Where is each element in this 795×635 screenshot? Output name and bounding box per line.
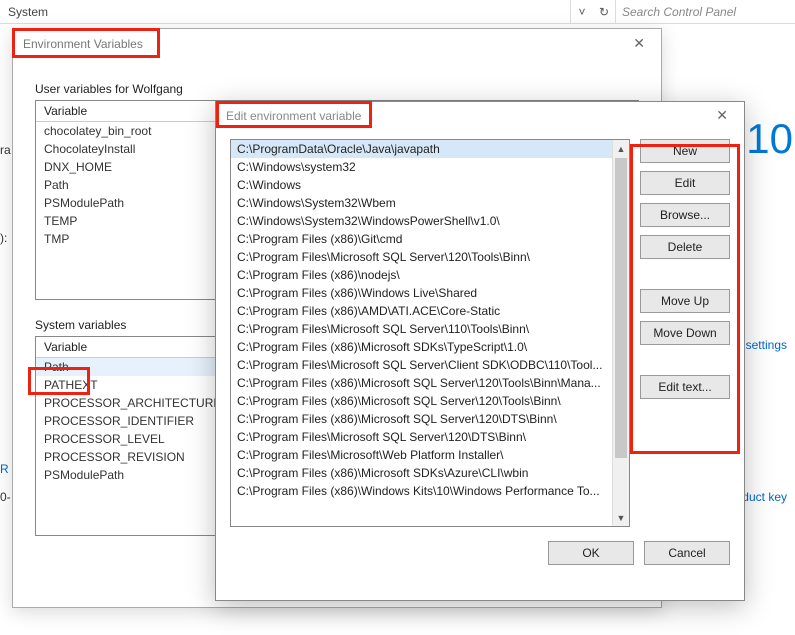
scrollbar-thumb[interactable] (615, 158, 627, 458)
path-row[interactable]: C:\Program Files\Microsoft SQL Server\Cl… (231, 356, 612, 374)
edit-dialog-titlebar: Edit environment variable ✕ (216, 102, 744, 129)
path-row[interactable]: C:\Program Files\Microsoft SQL Server\12… (231, 248, 612, 266)
search-input[interactable]: Search Control Panel (615, 0, 795, 24)
delete-button[interactable]: Delete (640, 235, 730, 259)
user-vars-label: User variables for Wolfgang (35, 82, 661, 96)
edit-text-button[interactable]: Edit text... (640, 375, 730, 399)
path-row[interactable]: C:\Program Files\Microsoft SQL Server\12… (231, 428, 612, 446)
edit-dialog-title: Edit environment variable (226, 109, 710, 123)
path-row[interactable]: C:\Windows\System32\Wbem (231, 194, 612, 212)
path-list[interactable]: C:\ProgramData\Oracle\Java\javapathC:\Wi… (230, 139, 630, 527)
refresh-icon[interactable]: ↻ (593, 1, 615, 23)
close-icon[interactable]: ✕ (710, 107, 734, 124)
move-down-button[interactable]: Move Down (640, 321, 730, 345)
path-row[interactable]: C:\Program Files (x86)\Microsoft SQL Ser… (231, 410, 612, 428)
env-dialog-title: Environment Variables (23, 37, 627, 51)
edit-env-variable-dialog: Edit environment variable ✕ C:\ProgramDa… (215, 101, 745, 601)
scroll-down-icon[interactable]: ▼ (613, 509, 629, 526)
address-bar: System ˅ ↻ Search Control Panel (0, 0, 795, 24)
side-button-column: New Edit Browse... Delete Move Up Move D… (640, 139, 730, 527)
path-row[interactable]: C:\Windows (231, 176, 612, 194)
edit-button[interactable]: Edit (640, 171, 730, 195)
close-icon[interactable]: ✕ (627, 35, 651, 52)
scrollbar[interactable]: ▲ ▼ (612, 140, 629, 526)
path-row[interactable]: C:\Program Files\Microsoft SQL Server\11… (231, 320, 612, 338)
path-row[interactable]: C:\Program Files (x86)\Microsoft SQL Ser… (231, 392, 612, 410)
bg-text-0: 0- (0, 490, 11, 504)
bg-link-r[interactable]: R (0, 462, 9, 476)
path-row[interactable]: C:\Program Files (x86)\Microsoft SDKs\Az… (231, 464, 612, 482)
path-row[interactable]: C:\Windows\system32 (231, 158, 612, 176)
path-row[interactable]: C:\Windows\System32\WindowsPowerShell\v1… (231, 212, 612, 230)
address-dropdown-icon[interactable]: ˅ (571, 1, 593, 23)
path-row[interactable]: C:\ProgramData\Oracle\Java\javapath (231, 140, 612, 158)
address-text[interactable]: System (0, 0, 571, 24)
move-up-button[interactable]: Move Up (640, 289, 730, 313)
path-row[interactable]: C:\Program Files\Microsoft\Web Platform … (231, 446, 612, 464)
path-row[interactable]: C:\Program Files (x86)\nodejs\ (231, 266, 612, 284)
path-row[interactable]: C:\Program Files (x86)\Microsoft SQL Ser… (231, 374, 612, 392)
path-row[interactable]: C:\Program Files (x86)\AMD\ATI.ACE\Core-… (231, 302, 612, 320)
path-row[interactable]: C:\Program Files (x86)\Git\cmd (231, 230, 612, 248)
cancel-button[interactable]: Cancel (644, 541, 730, 565)
path-row[interactable]: C:\Program Files (x86)\Windows Live\Shar… (231, 284, 612, 302)
env-dialog-titlebar: Environment Variables ✕ (13, 29, 661, 58)
ok-button[interactable]: OK (548, 541, 634, 565)
bg-text: ): (0, 231, 7, 245)
dialog-footer: OK Cancel (216, 533, 744, 577)
browse-button[interactable]: Browse... (640, 203, 730, 227)
bg-text: ra (0, 143, 11, 157)
path-row[interactable]: C:\Program Files (x86)\Microsoft SDKs\Ty… (231, 338, 612, 356)
new-button[interactable]: New (640, 139, 730, 163)
scroll-up-icon[interactable]: ▲ (613, 140, 629, 157)
path-row[interactable]: C:\Program Files (x86)\Windows Kits\10\W… (231, 482, 612, 500)
